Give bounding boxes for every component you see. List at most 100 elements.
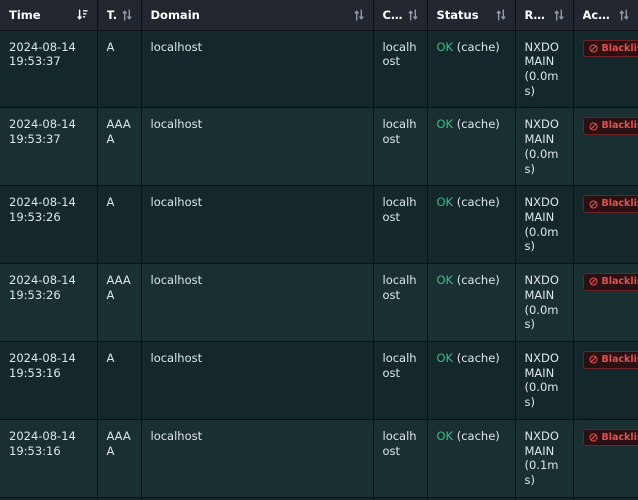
column-header-time-label: Time — [9, 7, 41, 22]
column-header-reply[interactable]: Reply — [515, 0, 574, 31]
blacklist-button[interactable]: Blacklist — [582, 39, 638, 57]
query-type: A — [106, 195, 115, 210]
query-time: 2024-08-14 19:53:16 — [9, 351, 76, 380]
reply-type: NXDOMAIN — [524, 351, 559, 380]
ban-icon — [588, 122, 598, 131]
cell-type: A — [97, 341, 142, 420]
column-header-domain-label: Domain — [150, 7, 200, 22]
blacklist-button[interactable]: Blacklist — [582, 117, 638, 135]
query-client: localhost — [382, 273, 417, 302]
column-header-action-label: Action — [582, 7, 614, 22]
table-row: 2024-08-14 19:53:16 Alocalhost localhost OK… — [0, 341, 638, 420]
sort-icon[interactable] — [353, 9, 364, 21]
cell-type: A — [97, 185, 142, 265]
blacklist-button-label: Blacklist — [601, 276, 638, 288]
blacklist-button-label: Blacklist — [601, 198, 638, 210]
query-time: 2024-08-14 19:53:26 — [9, 273, 76, 302]
query-type: A — [106, 351, 115, 365]
cell-status: OK (cache) — [427, 419, 516, 498]
query-domain: localhost — [150, 428, 203, 443]
reply-duration: (0.0ms) — [524, 224, 559, 254]
cell-client: localhost — [373, 185, 428, 265]
status-source: (cache) — [456, 428, 500, 443]
cell-time: 2024-08-14 19:53:16 — [0, 341, 98, 420]
reply-duration: (0.0ms) — [524, 68, 559, 98]
cell-time: 2024-08-14 19:53:37 — [0, 107, 98, 187]
cell-status: OK (cache) — [427, 263, 516, 342]
query-time: 2024-08-14 19:53:16 — [9, 428, 76, 458]
ban-icon — [588, 433, 598, 442]
cell-type: AAAA — [97, 263, 142, 342]
query-client: localhost — [382, 117, 417, 147]
status-source: (cache) — [456, 117, 500, 132]
column-header-action[interactable]: Action — [573, 0, 638, 31]
column-header-type[interactable]: Type — [97, 0, 142, 31]
ban-icon — [588, 277, 598, 286]
blacklist-button[interactable]: Blacklist — [582, 351, 638, 369]
query-client: localhost — [382, 351, 417, 380]
cell-reply: NXDOMAIN(0.0ms) — [515, 263, 574, 342]
status-badge: OK — [436, 195, 454, 210]
cell-domain: localhost — [141, 341, 374, 420]
ban-icon — [588, 355, 598, 364]
column-header-domain[interactable]: Domain — [141, 0, 374, 31]
status-badge: OK — [436, 428, 454, 443]
column-header-status-label: Status — [436, 7, 479, 22]
blacklist-button[interactable]: Blacklist — [582, 195, 638, 213]
sort-icon[interactable] — [495, 9, 506, 21]
cell-status: OK (cache) — [427, 185, 516, 265]
query-time: 2024-08-14 19:53:37 — [9, 117, 76, 147]
column-header-time[interactable]: Time — [0, 0, 98, 31]
reply-type: NXDOMAIN — [524, 195, 559, 224]
blacklist-button-label: Blacklist — [601, 42, 638, 54]
query-client: localhost — [382, 39, 417, 69]
cell-status: OK (cache) — [427, 107, 516, 187]
table-body: 2024-08-14 19:53:37 Alocalhost localhost OK… — [0, 30, 638, 500]
blacklist-button-label: Blacklist — [601, 120, 638, 132]
cell-action: Blacklist — [573, 107, 638, 187]
sort-icon[interactable] — [121, 9, 132, 21]
sort-icon[interactable] — [553, 9, 564, 21]
blacklist-button-label: Blacklist — [601, 354, 638, 365]
sort-icon[interactable] — [619, 9, 629, 21]
column-header-status[interactable]: Status — [427, 0, 516, 31]
table-row: 2024-08-14 19:53:37 AAAA localhost localhos… — [0, 107, 638, 187]
reply-duration: (0.0ms) — [524, 302, 559, 332]
cell-domain: localhost — [141, 263, 374, 342]
cell-time: 2024-08-14 19:53:16 — [0, 419, 98, 498]
query-domain: localhost — [150, 195, 203, 210]
blacklist-button[interactable]: Blacklist — [582, 428, 638, 447]
column-header-reply-label: Reply — [524, 7, 548, 22]
table-row: 2024-08-14 19:53:26 Alocalhost localhost OK… — [0, 185, 638, 265]
query-domain: localhost — [150, 117, 203, 132]
query-log-panel: Time Type — [0, 0, 638, 500]
query-time: 2024-08-14 19:53:37 — [9, 39, 76, 69]
status-badge: OK — [436, 117, 454, 132]
cell-client: localhost — [373, 30, 428, 109]
query-type: A — [106, 39, 115, 54]
column-header-client[interactable]: Client — [373, 0, 428, 31]
cell-reply: NXDOMAIN(0.0ms) — [515, 341, 574, 420]
query-type: AAAA — [106, 117, 131, 147]
ban-icon — [588, 199, 598, 209]
reply-type: NXDOMAIN — [524, 428, 559, 458]
sort-icon[interactable] — [407, 9, 418, 21]
cell-type: AAAA — [97, 419, 142, 498]
status-badge: OK — [436, 273, 454, 288]
cell-type: A — [97, 30, 142, 109]
reply-type: NXDOMAIN — [524, 117, 559, 147]
column-header-type-label: Type — [106, 7, 116, 22]
status-source: (cache) — [456, 195, 500, 210]
status-badge: OK — [436, 351, 454, 365]
table-row: 2024-08-14 19:53:16 AAAA localhost localhos… — [0, 419, 638, 498]
reply-type: NXDOMAIN — [524, 39, 559, 69]
cell-status: OK (cache) — [427, 341, 516, 420]
cell-reply: NXDOMAIN(0.0ms) — [515, 107, 574, 187]
query-type: AAAA — [106, 428, 131, 458]
reply-type: NXDOMAIN — [524, 273, 559, 302]
cell-action: Blacklist — [573, 263, 638, 342]
cell-reply: NXDOMAIN(0.0ms) — [515, 185, 574, 265]
blacklist-button[interactable]: Blacklist — [582, 273, 638, 291]
cell-time: 2024-08-14 19:53:26 — [0, 263, 98, 342]
sort-desc-icon[interactable] — [76, 9, 88, 21]
